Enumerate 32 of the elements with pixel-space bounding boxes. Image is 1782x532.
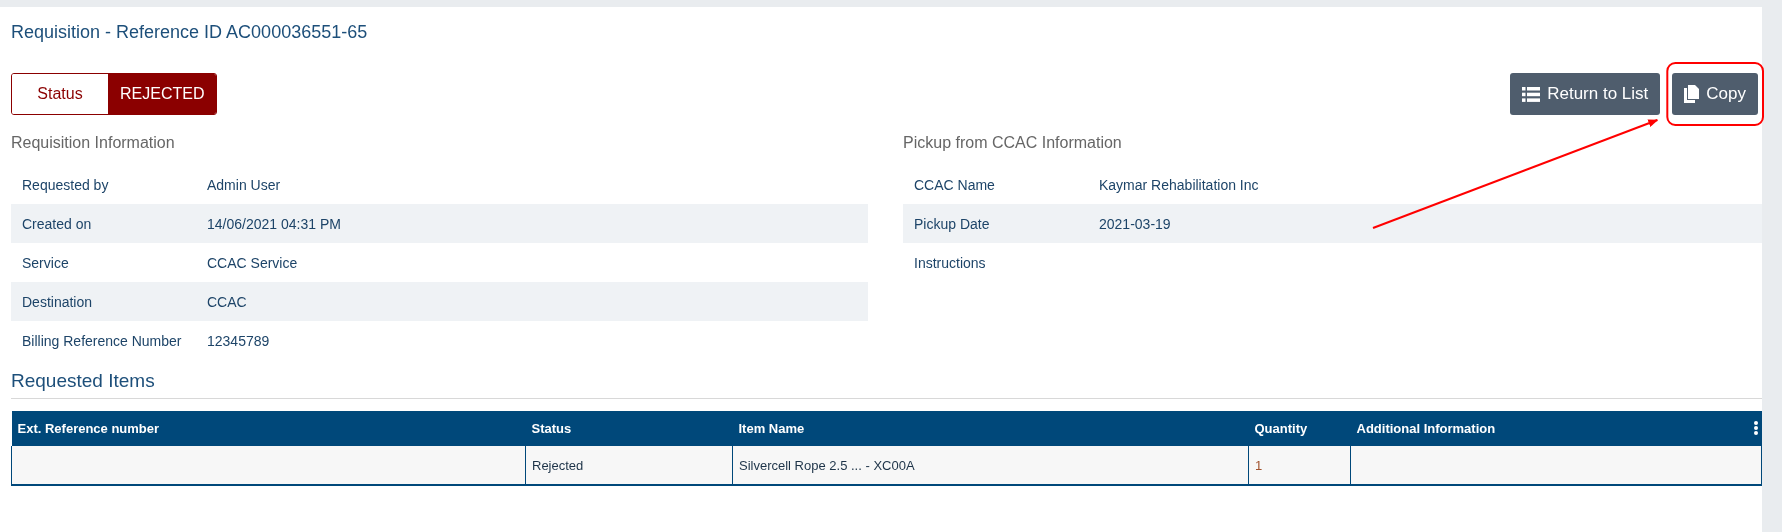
field-label: Requested by	[21, 176, 110, 193]
documents-icon	[1684, 85, 1700, 103]
field-label: Destination	[21, 293, 94, 310]
action-button[interactable]: Return to List	[1510, 73, 1661, 115]
field-value: 12345789	[206, 332, 271, 349]
section-heading: Requisition Information	[11, 133, 176, 153]
status-badge: Status REJECTED	[11, 73, 218, 115]
field-value: CCAC Service	[206, 254, 299, 271]
field-label: CCAC Name	[913, 176, 996, 193]
field-label: Instructions	[913, 254, 987, 271]
list-icon	[1522, 86, 1541, 102]
column-header[interactable]: Item Name	[738, 421, 805, 436]
field-value: 14/06/2021 04:31 PM	[206, 215, 342, 232]
field-label: Billing Reference Number	[21, 332, 183, 349]
field-label: Created on	[21, 215, 93, 232]
field-value: CCAC	[206, 293, 248, 310]
section-heading: Pickup from CCAC Information	[903, 133, 1123, 153]
column-header[interactable]: Status	[531, 421, 572, 436]
field-value: Admin User	[206, 176, 282, 193]
field-label: Service	[21, 254, 70, 271]
more-options-icon[interactable]	[1753, 421, 1758, 435]
table-cell: Silvercell Rope 2.5 ... - XC00A	[739, 457, 915, 473]
column-header[interactable]: Ext. Reference number	[17, 421, 160, 436]
action-button[interactable]: Copy	[1672, 73, 1758, 115]
table-cell: Rejected	[532, 457, 584, 473]
table-cell: 1	[1255, 457, 1263, 473]
section-heading: Requested Items	[11, 368, 1762, 399]
column-header[interactable]: Additional Information	[1356, 421, 1496, 436]
field-label: Pickup Date	[913, 215, 991, 232]
field-value: 2021-03-19	[1098, 215, 1172, 232]
page-title: Requisition - Reference ID AC000036551-65	[11, 20, 369, 44]
field-value: Kaymar Rehabilitation Inc	[1098, 176, 1260, 193]
